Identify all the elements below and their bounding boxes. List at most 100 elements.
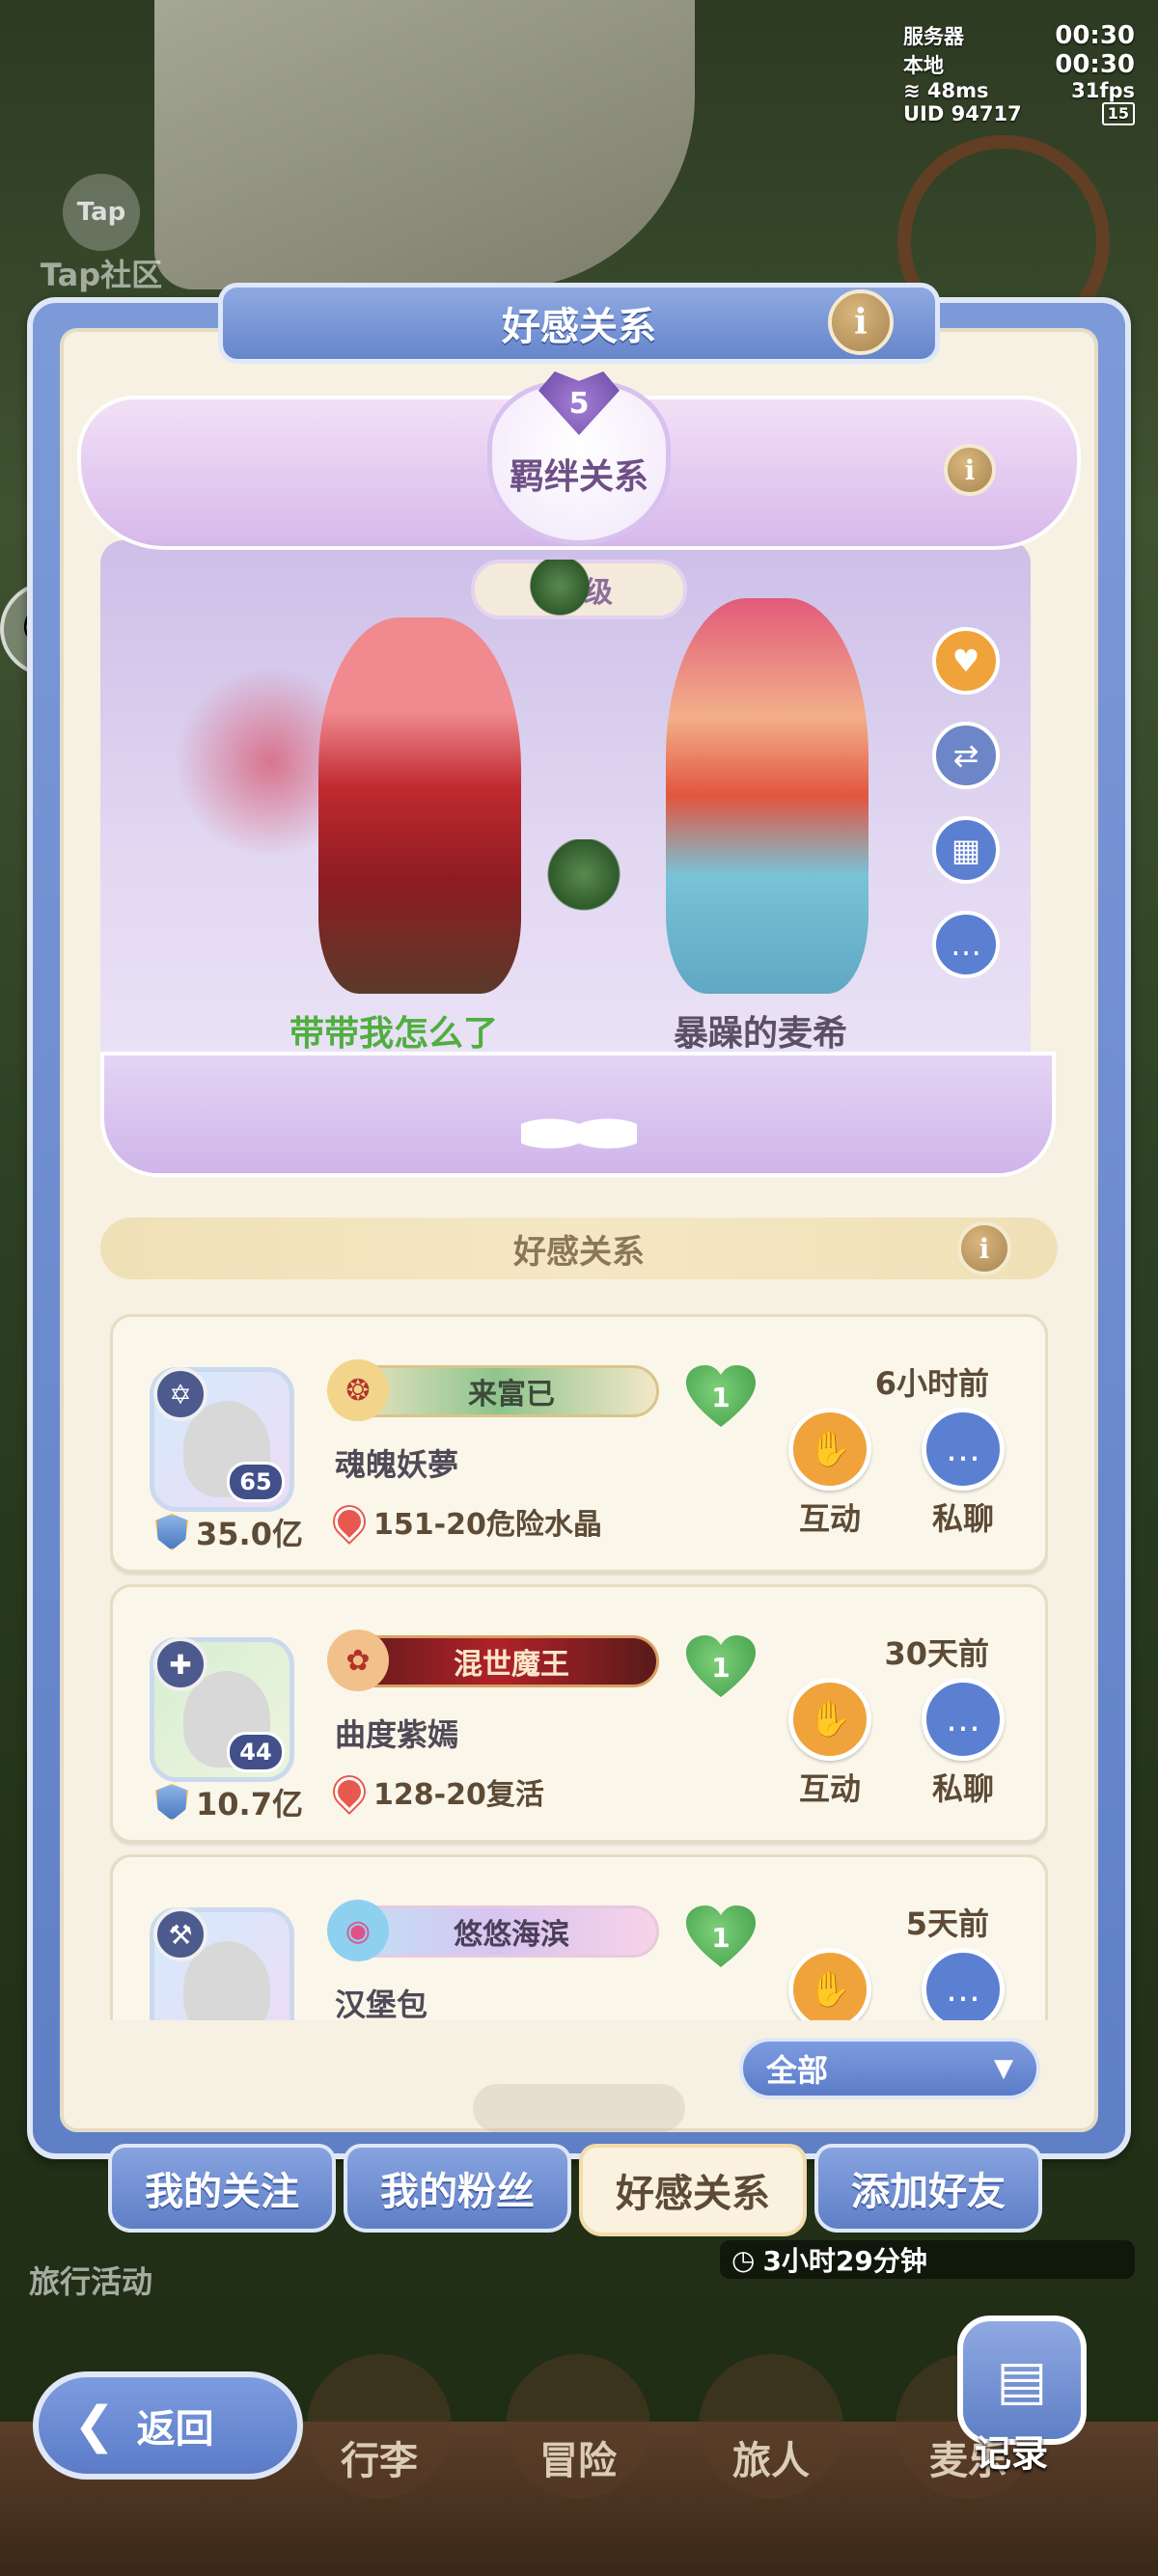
triangle-down-icon: ▼ xyxy=(994,2054,1013,2083)
class-badge-icon: ⚒ xyxy=(153,1907,207,1961)
bond-level-value: 5 xyxy=(568,386,590,421)
record-label: 记录 xyxy=(975,2432,1049,2475)
last-online-time: 6小时前 xyxy=(874,1365,989,1402)
filter-dropdown[interactable]: 全部 ▼ xyxy=(739,2038,1040,2099)
heart-level: 1 xyxy=(711,1921,731,1954)
power-info: 35.0亿 xyxy=(155,1510,303,1554)
chat-bubble-icon: … xyxy=(946,1969,980,2010)
gift-heart-button[interactable]: ♥ xyxy=(932,627,1000,695)
shield-icon xyxy=(155,1514,188,1550)
tab-following[interactable]: 我的关注 xyxy=(108,2144,336,2233)
tab-label: 添加好友 xyxy=(851,2170,1006,2214)
background-tent xyxy=(154,0,695,289)
handshake-icon: ✋ xyxy=(808,1700,852,1740)
chat-bubble-icon: … xyxy=(946,1699,980,1740)
power-info: 10.7亿 xyxy=(155,1780,303,1824)
tab-add-friend[interactable]: 添加好友 xyxy=(814,2144,1042,2233)
location-info: 151-20危险水晶 xyxy=(328,1500,602,1543)
power-value: 35.0亿 xyxy=(196,1516,303,1552)
tab-affinity[interactable]: 好感关系 xyxy=(579,2144,807,2236)
tab-label: 我的粉丝 xyxy=(380,2170,535,2214)
player-level: 44 xyxy=(227,1732,285,1772)
sunglasses-icon: ◉ xyxy=(327,1900,389,1961)
title-text: 悠悠海滨 xyxy=(454,1918,569,1952)
bond-info-button[interactable]: i xyxy=(944,444,996,496)
interact-button[interactable]: ✋ xyxy=(788,1948,871,2020)
fortune-bag-icon: ❂ xyxy=(327,1359,389,1421)
back-arrow-icon: ❮ xyxy=(73,2397,116,2454)
last-online-time: 5天前 xyxy=(905,1905,989,1942)
nav-label: 行李 xyxy=(341,2439,418,2483)
nav-label: 旅人 xyxy=(732,2439,810,2483)
location-pin-icon xyxy=(328,1500,371,1543)
nav-adventure[interactable]: 冒险 xyxy=(506,2354,650,2499)
affinity-heart-badge: 1 xyxy=(686,1905,756,1969)
affinity-heart-badge: 1 xyxy=(686,1635,756,1699)
player-level: 65 xyxy=(227,1462,285,1502)
list-item: ✚ 44 10.7亿 混世魔王 ✿ 1 曲度紫嫣 128-20复活 30天前 ✋… xyxy=(110,1584,1048,1843)
back-button[interactable]: ❮ 返回 xyxy=(33,2371,303,2480)
player-name: 汉堡包 xyxy=(335,1987,428,2020)
swap-button[interactable]: ⇄ xyxy=(932,722,1000,789)
section-header-text: 好感关系 xyxy=(513,1232,645,1272)
tap-logo-icon: Tap xyxy=(63,174,140,251)
left-character xyxy=(318,617,521,994)
affinity-list[interactable]: ✡ 65 35.0亿 来富已 ❂ 1 魂魄妖夢 151-20危险水晶 6小时前 … xyxy=(110,1314,1048,2020)
hud-status: 服务器 00:30 本地 00:30 ≋ 48ms 31fps UID 94717 15 xyxy=(903,21,1135,125)
interact-label: 互动 xyxy=(798,1500,861,1537)
interact-button[interactable]: ✋ xyxy=(788,1408,871,1491)
private-chat-label: 私聊 xyxy=(931,1500,994,1537)
battery-icon: 15 xyxy=(1101,102,1135,125)
nav-luggage[interactable]: 行李 xyxy=(307,2354,452,2499)
back-label: 返回 xyxy=(136,2407,214,2452)
panel-title-text: 好感关系 xyxy=(502,305,656,349)
class-badge-icon: ✡ xyxy=(153,1367,207,1421)
lotus-plant-icon xyxy=(521,560,598,646)
server-label: 服务器 xyxy=(903,25,964,48)
info-icon: i xyxy=(854,302,868,343)
chat-bubble-icon: … xyxy=(946,1429,980,1469)
private-chat-button[interactable]: … xyxy=(922,1678,1005,1761)
panel-bottom-ornament xyxy=(473,2084,685,2132)
right-character xyxy=(666,598,868,994)
location-info: 128-20复活 xyxy=(328,1770,544,1813)
private-chat-button[interactable]: … xyxy=(922,1948,1005,2020)
message-button[interactable]: … xyxy=(932,911,1000,978)
list-item: ⚒ 悠悠海滨 ◉ 1 汉堡包 5天前 ✋ … xyxy=(110,1854,1048,2020)
tap-community-button[interactable]: Tap Tap社区 xyxy=(29,174,174,293)
calendar-button[interactable]: ▦ xyxy=(932,816,1000,884)
heart-gift-icon: ♥ xyxy=(951,643,980,679)
heart-level: 1 xyxy=(711,1381,731,1413)
class-badge-icon: ✚ xyxy=(153,1637,207,1691)
travel-event-label[interactable]: 旅行活动 xyxy=(29,2258,152,2302)
player-name: 曲度紫嫣 xyxy=(335,1716,459,1753)
right-player-name: 暴躁的麦希 xyxy=(674,1014,848,1054)
private-chat-button[interactable]: … xyxy=(922,1408,1005,1491)
affinity-section-header: 好感关系 xyxy=(100,1218,1058,1279)
section-info-button[interactable]: i xyxy=(957,1221,1011,1275)
event-timer-text: 3小时29分钟 xyxy=(762,2245,927,2277)
panel-info-button[interactable]: i xyxy=(828,289,894,355)
info-icon: i xyxy=(964,453,976,486)
wifi-icon: ≋ xyxy=(903,79,921,102)
bow-ornament-icon xyxy=(521,1100,637,1167)
location-text: 151-20危险水晶 xyxy=(373,1508,602,1542)
calendar-heart-icon: ▦ xyxy=(951,832,981,868)
tab-label: 我的关注 xyxy=(145,2170,299,2214)
bond-title: 羁绊关系 xyxy=(509,457,648,497)
fps-value: 31fps xyxy=(1071,79,1135,102)
clock-icon: ◷ xyxy=(731,2243,756,2276)
local-label: 本地 xyxy=(903,54,944,77)
chat-bubble-icon: … xyxy=(951,926,981,963)
filter-value: 全部 xyxy=(766,2052,829,2089)
left-player-name: 带带我怎么了 xyxy=(290,1014,499,1054)
swap-icon: ⇄ xyxy=(952,737,979,774)
tab-fans[interactable]: 我的粉丝 xyxy=(344,2144,571,2233)
lotus-emblem-icon: ✿ xyxy=(327,1630,389,1691)
private-chat-label: 私聊 xyxy=(931,1770,994,1807)
tap-community-label: Tap社区 xyxy=(40,257,163,293)
interact-button[interactable]: ✋ xyxy=(788,1678,871,1761)
list-item: ✡ 65 35.0亿 来富已 ❂ 1 魂魄妖夢 151-20危险水晶 6小时前 … xyxy=(110,1314,1048,1573)
nav-traveler[interactable]: 旅人 xyxy=(699,2354,843,2499)
power-value: 10.7亿 xyxy=(196,1786,303,1822)
